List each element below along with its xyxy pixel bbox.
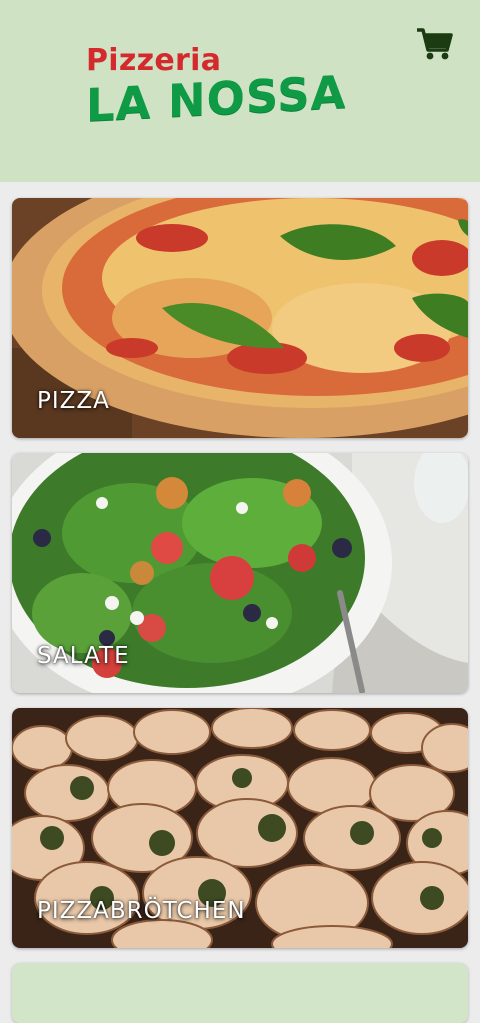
app-header: Pizzeria LA NOSSA xyxy=(0,0,480,182)
category-label: PIZZA xyxy=(37,388,110,414)
category-card-partial[interactable] xyxy=(12,963,468,1023)
category-label: SALATE xyxy=(37,643,130,669)
category-card-pizzabroetchen[interactable]: PIZZABRÖTCHEN xyxy=(12,708,468,948)
category-card-pizza[interactable]: PIZZA xyxy=(12,198,468,438)
shopping-cart-icon[interactable] xyxy=(414,24,454,64)
category-label: PIZZABRÖTCHEN xyxy=(37,898,246,924)
category-card-salate[interactable]: SALATE xyxy=(12,453,468,693)
pizzeria-logo[interactable]: Pizzeria LA NOSSA xyxy=(86,44,347,134)
